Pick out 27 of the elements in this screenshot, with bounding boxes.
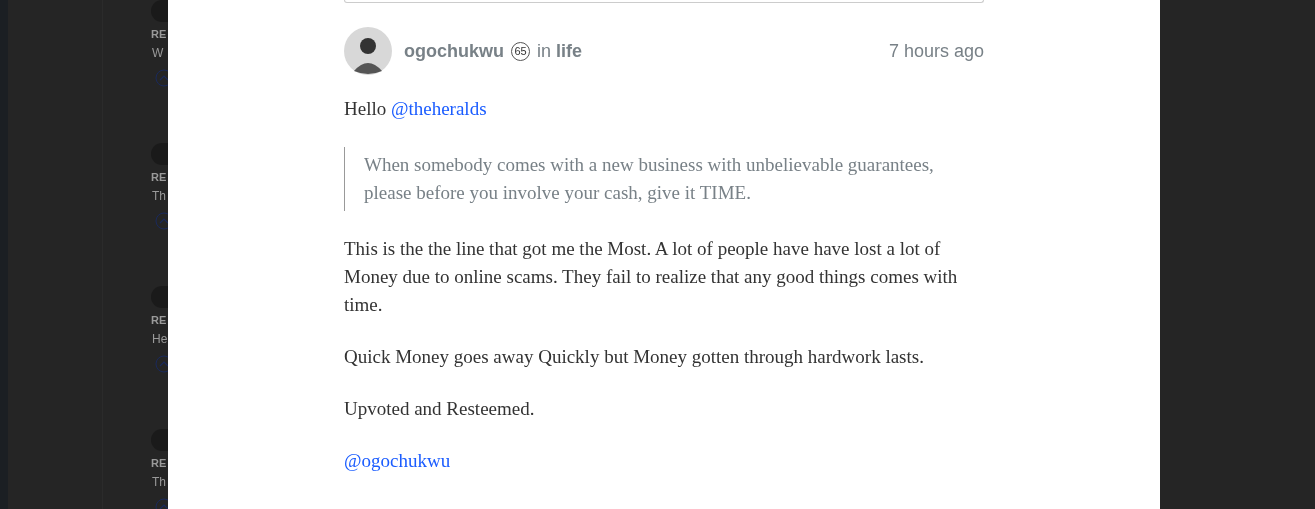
avatar-icon bbox=[151, 143, 168, 165]
comment-text: Th bbox=[152, 475, 166, 489]
upvote-icon[interactable] bbox=[155, 212, 168, 230]
comment-text: Hello @theheralds bbox=[344, 97, 488, 121]
quote-text: When somebody comes with a new business with unbelievable guarantees, please before you involve your cash, give it TIME. bbox=[344, 147, 984, 211]
avatar-icon bbox=[151, 429, 168, 451]
mention-link[interactable]: @ogochukwu bbox=[344, 450, 451, 471]
comment-title: RE bbox=[151, 314, 167, 326]
comment-title: RE bbox=[151, 171, 167, 183]
avatar-icon bbox=[151, 286, 168, 308]
comment-text: He bbox=[152, 332, 168, 346]
comment-title: RE bbox=[151, 457, 167, 469]
mention-link[interactable]: @theheralds bbox=[390, 98, 487, 119]
timestamp: 7 hours ago bbox=[888, 40, 984, 62]
comment-text: This is the the line that got me the Most. A lot of people have have lost a lot of Money due to online scams. They fail to realize that any good things comes with time. bbox=[344, 237, 959, 317]
upvote-icon[interactable] bbox=[155, 69, 168, 87]
category-link[interactable]: life bbox=[556, 40, 583, 62]
in-label: in bbox=[537, 40, 551, 62]
comment-title: RE bbox=[151, 28, 167, 40]
comment-text: Quick Money goes away Quickly but Money gotten through hardwork lasts. bbox=[344, 345, 925, 369]
comment-text: Upvoted and Resteemed. bbox=[344, 397, 536, 421]
avatar-icon bbox=[344, 27, 392, 75]
comment-text: Th bbox=[152, 189, 166, 203]
upvote-icon[interactable] bbox=[155, 355, 168, 373]
reply-field[interactable] bbox=[344, 0, 984, 3]
comment-text: W bbox=[152, 46, 164, 60]
author-link[interactable]: ogochukwu bbox=[404, 40, 504, 62]
